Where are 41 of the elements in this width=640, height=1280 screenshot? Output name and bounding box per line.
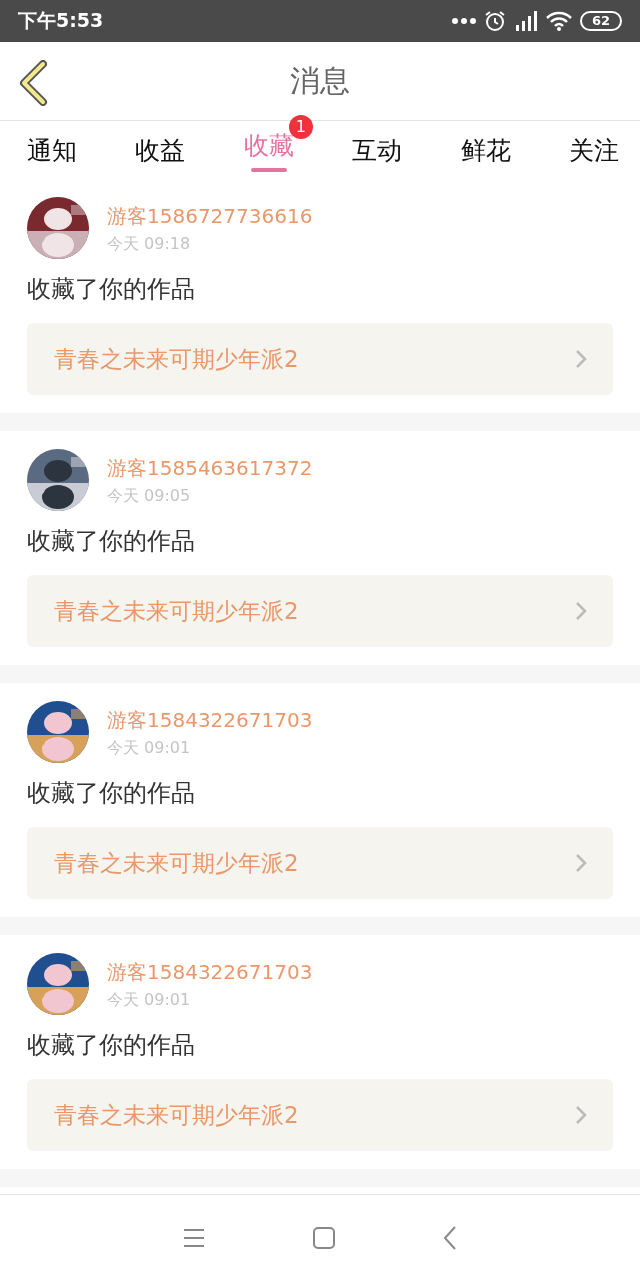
user-name[interactable]: 游客1586727736616 <box>107 203 313 230</box>
work-title: 青春之未来可期少年派2 <box>54 344 299 374</box>
back-icon[interactable] <box>18 60 48 106</box>
message-time: 今天 09:01 <box>107 738 192 759</box>
back-icon[interactable] <box>443 1225 457 1250</box>
page-title: 消息 <box>290 61 350 100</box>
work-card[interactable]: 青春之未来可期少年派2 <box>27 323 613 395</box>
status-time: 下午5:53 <box>18 8 104 33</box>
chevron-right-icon <box>575 601 587 621</box>
tab[interactable]: 互动 <box>352 133 403 167</box>
work-title: 青春之未来可期少年派2 <box>54 848 299 878</box>
wifi-icon <box>545 11 572 31</box>
work-card[interactable]: 青春之未来可期少年派2 <box>27 575 613 647</box>
user-name[interactable]: 游客1585463617372 <box>107 455 313 482</box>
message-text: 收藏了你的作品 <box>27 778 196 809</box>
signal-icon <box>513 11 538 31</box>
message-text: 收藏了你的作品 <box>27 1030 196 1061</box>
message-text: 收藏了你的作品 <box>27 274 196 305</box>
work-card[interactable]: 青春之未来可期少年派2 <box>27 827 613 899</box>
message-text: 收藏了你的作品 <box>27 526 196 557</box>
tab-underline <box>250 167 287 172</box>
work-title: 青春之未来可期少年派2 <box>54 596 299 626</box>
tab[interactable]: 关注 <box>568 133 619 167</box>
menu-icon[interactable] <box>183 1227 205 1248</box>
chevron-right-icon <box>575 853 587 873</box>
alarm-icon <box>483 10 506 32</box>
chevron-right-icon <box>575 349 587 369</box>
work-card[interactable]: 青春之未来可期少年派2 <box>27 1079 613 1151</box>
user-name[interactable]: 游客1584322671703 <box>107 959 313 986</box>
user-name[interactable]: 游客1584322671703 <box>107 707 313 734</box>
tab[interactable]: 收益 <box>135 133 186 167</box>
message-time: 今天 09:05 <box>107 486 192 507</box>
home-icon[interactable] <box>313 1226 335 1249</box>
chevron-right-icon <box>575 1105 587 1125</box>
battery-indicator: 62 <box>579 11 622 31</box>
message-time: 今天 09:18 <box>107 234 192 255</box>
tab[interactable]: 鲜花 <box>460 133 511 167</box>
message-time: 今天 09:01 <box>107 990 192 1011</box>
work-title: 青春之未来可期少年派2 <box>54 1100 299 1130</box>
tab[interactable]: 通知 <box>27 133 77 167</box>
more-icon <box>451 18 476 24</box>
